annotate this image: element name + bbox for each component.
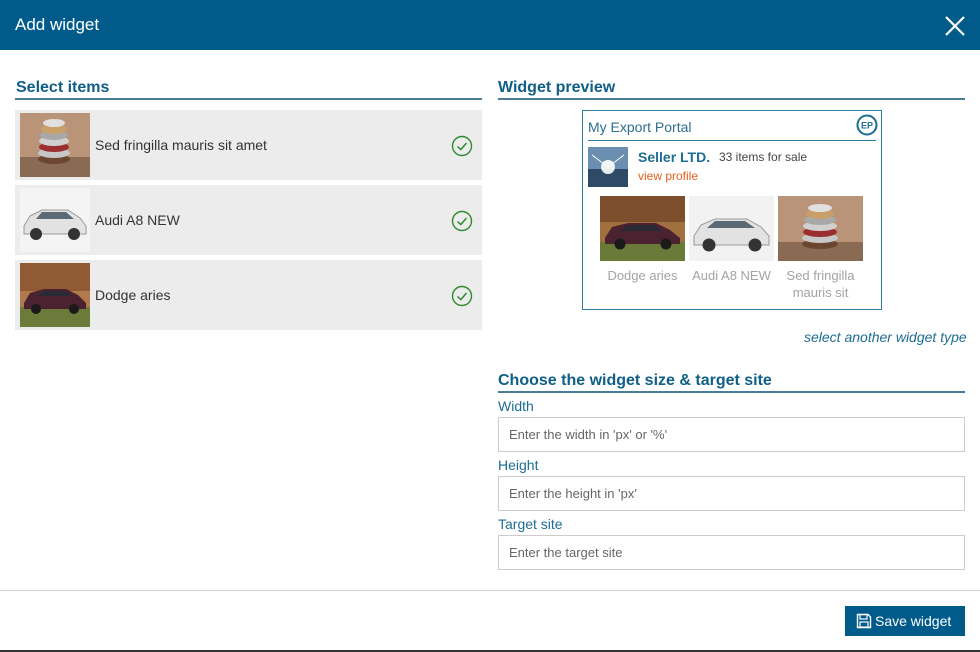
view-profile-link[interactable]: view profile <box>638 169 698 183</box>
footer-divider <box>0 590 980 591</box>
widget-size-title: Choose the widget size & target site <box>498 372 772 389</box>
height-input[interactable] <box>498 476 965 511</box>
white-car-image <box>689 196 774 261</box>
width-label: Width <box>498 398 534 414</box>
seller-image <box>588 147 628 187</box>
brown-car-image <box>600 196 685 261</box>
preview-card-name: Sed fringilla mauris sit <box>786 268 855 300</box>
rings-stack-image <box>20 113 90 177</box>
check-circle-icon[interactable] <box>451 285 473 307</box>
check-circle-icon[interactable] <box>451 135 473 157</box>
item-label: Dodge aries <box>95 287 171 303</box>
widget-preview-title: Widget preview <box>498 79 616 96</box>
widget-preview-box: My Export Portal EP Seller LTD. 33 items… <box>582 110 882 310</box>
item-label: Audi A8 NEW <box>95 212 180 228</box>
preview-card-name: Audi A8 NEW <box>692 268 771 283</box>
rings-stack-image <box>778 196 863 261</box>
preview-divider <box>588 140 876 141</box>
close-icon[interactable] <box>944 15 966 37</box>
list-item[interactable]: Sed fringilla mauris sit amet <box>15 110 482 180</box>
seller-item-count: 33 items for sale <box>719 150 808 164</box>
dialog-header: Add widget <box>0 0 980 50</box>
portal-name: My Export Portal <box>588 119 692 135</box>
select-another-widget-link[interactable]: select another widget type <box>804 329 967 345</box>
preview-card-name: Dodge aries <box>607 268 678 283</box>
ep-logo-icon: EP <box>856 114 878 136</box>
widget-preview-divider <box>498 98 965 100</box>
list-item[interactable]: Dodge aries <box>15 260 482 330</box>
height-label: Height <box>498 457 539 473</box>
select-items-divider <box>15 98 482 100</box>
save-widget-button[interactable]: Save widget <box>845 606 965 636</box>
brown-car-image <box>20 263 90 327</box>
svg-text:EP: EP <box>861 121 873 131</box>
preview-card: Dodge aries <box>600 196 685 284</box>
seller-name: Seller LTD. <box>638 149 711 165</box>
select-items-title: Select items <box>16 79 110 96</box>
white-car-image <box>20 188 90 252</box>
save-widget-label: Save widget <box>875 613 952 629</box>
dialog-title: Add widget <box>15 15 100 34</box>
preview-card: Audi A8 NEW <box>689 196 774 284</box>
target-site-input[interactable] <box>498 535 965 570</box>
item-label: Sed fringilla mauris sit amet <box>95 137 267 153</box>
width-input[interactable] <box>498 417 965 452</box>
target-site-label: Target site <box>498 516 563 532</box>
preview-card: Sed fringilla mauris sit <box>778 196 863 301</box>
floppy-disk-icon <box>856 613 872 629</box>
widget-size-divider <box>498 391 965 393</box>
list-item[interactable]: Audi A8 NEW <box>15 185 482 255</box>
check-circle-icon[interactable] <box>451 210 473 232</box>
